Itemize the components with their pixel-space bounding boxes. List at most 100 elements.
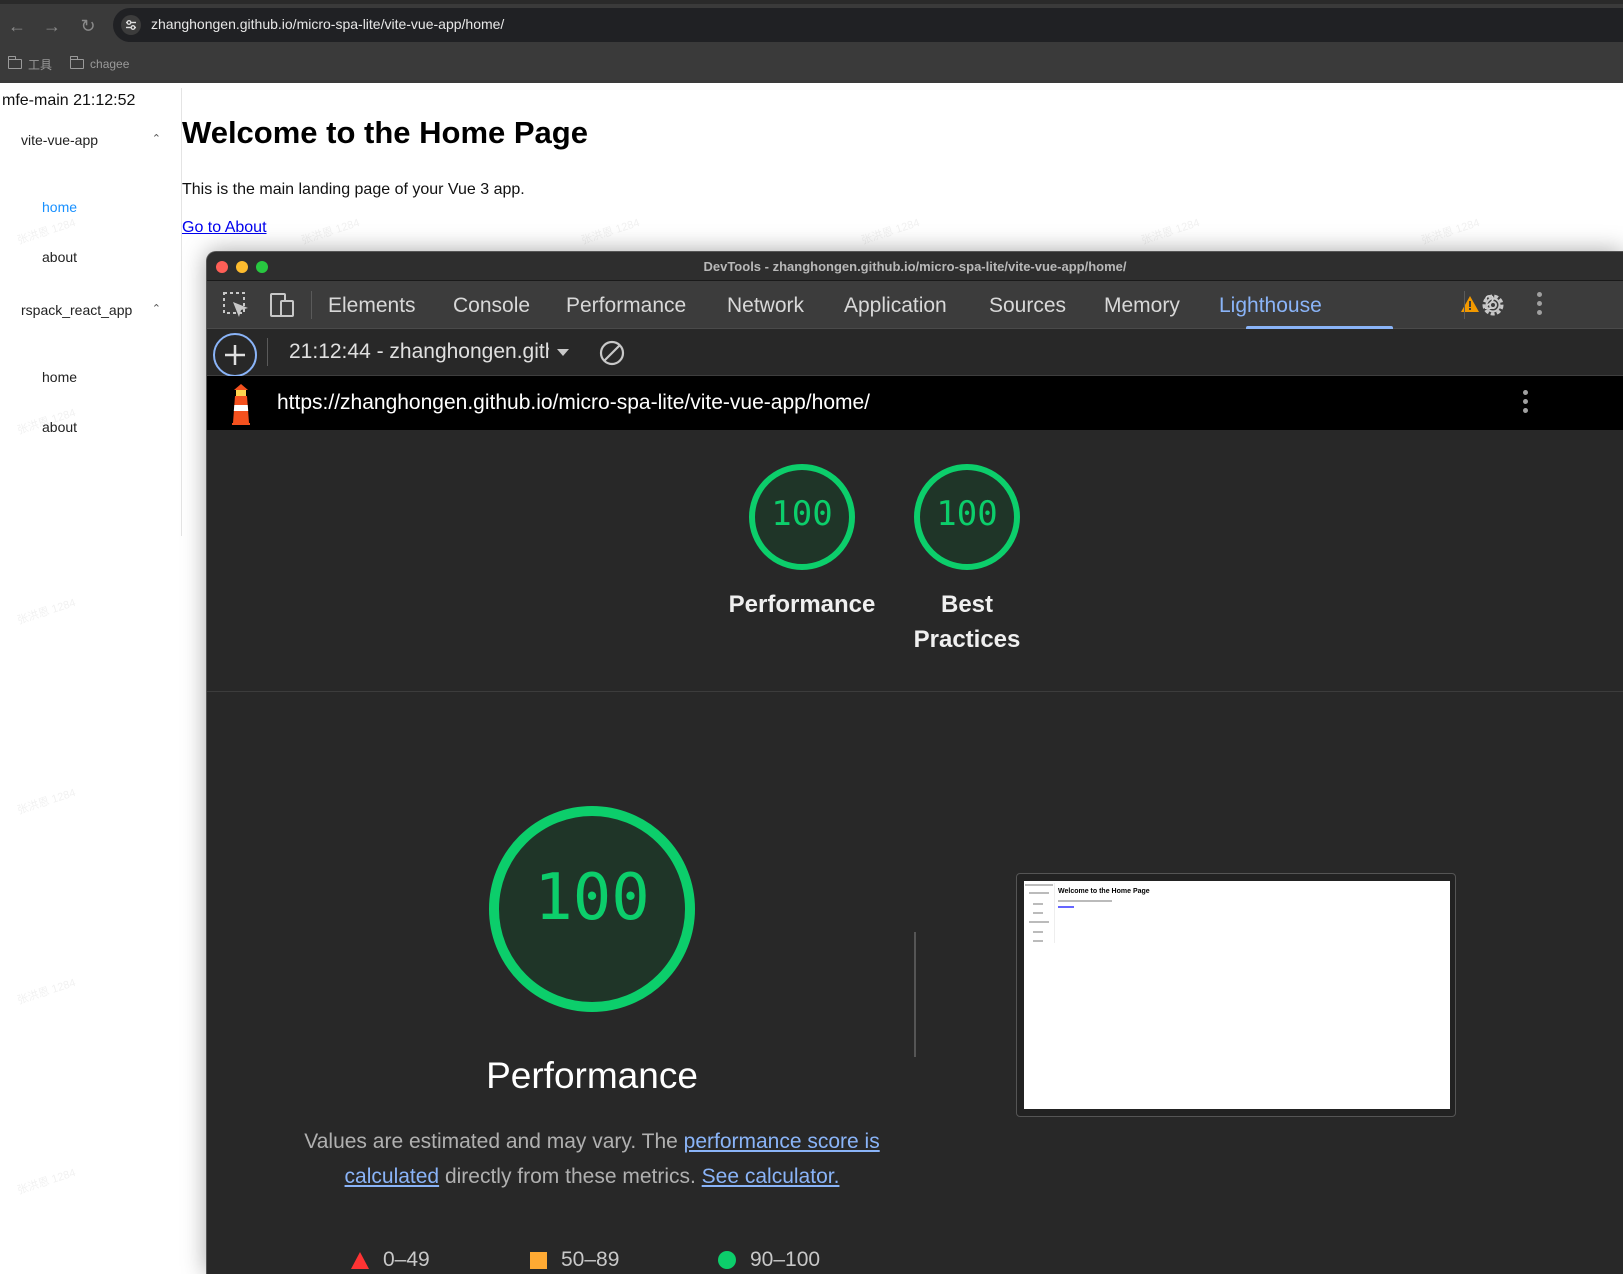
watermark: 张洪恩 1284 — [15, 1166, 78, 1198]
watermark: 张洪恩 1284 — [15, 976, 78, 1008]
browser-toolbar: ← → ↻ zhanghongen.github.io/micro-spa-li… — [0, 0, 1623, 83]
watermark: 张洪恩 1284 — [299, 216, 362, 248]
watermark: 张洪恩 1284 — [859, 216, 922, 248]
thumbnail-line — [1025, 884, 1053, 886]
bookmark-label: chagee — [90, 57, 130, 71]
thumbnail-line — [1058, 906, 1074, 908]
performance-section: 100 Performance Values are estimated and… — [207, 693, 1623, 1274]
final-screenshot[interactable]: Welcome to the Home Page — [1016, 873, 1456, 1117]
performance-score: 100 — [771, 494, 833, 534]
performance-score-label[interactable]: Performance — [702, 587, 902, 622]
toolbar-separator — [267, 338, 268, 366]
sidebar-group-vite-vue-app[interactable]: vite-vue-app ⌃ — [21, 132, 161, 148]
inspect-element-icon[interactable] — [221, 290, 251, 320]
see-calculator-link[interactable]: See calculator. — [702, 1165, 840, 1188]
address-url[interactable]: zhanghongen.github.io/micro-spa-lite/vit… — [151, 16, 504, 32]
page-description: This is the main landing page of your Vu… — [182, 181, 525, 198]
thumbnail-line — [1033, 940, 1043, 942]
toolbar-separator — [1464, 291, 1465, 319]
bookmark-label: 工具 — [28, 57, 53, 72]
tab-application[interactable]: Application — [844, 294, 947, 318]
plus-icon — [225, 345, 245, 365]
bookmark-tools[interactable]: 工具 — [8, 53, 52, 75]
toolbar-separator — [311, 291, 312, 319]
report-menu-icon[interactable] — [1523, 390, 1529, 417]
thumbnail-title: Welcome to the Home Page — [1058, 888, 1150, 895]
legend-fail: 0–49 — [351, 1248, 430, 1272]
folder-icon — [8, 56, 22, 69]
bookmarks-bar: 工具 chagee — [0, 53, 129, 75]
devtools-titlebar: DevTools - zhanghongen.github.io/micro-s… — [207, 252, 1623, 281]
thumbnail-line — [1029, 892, 1049, 894]
score-summary: 100 Performance 100 Best Practices — [207, 430, 1623, 692]
tab-lighthouse[interactable]: Lighthouse — [1219, 294, 1322, 318]
go-to-about-link[interactable]: Go to About — [182, 219, 267, 237]
tab-memory[interactable]: Memory — [1104, 294, 1180, 318]
tab-elements[interactable]: Elements — [328, 294, 416, 318]
thumbnail-divider — [1054, 883, 1055, 943]
triangle-icon — [351, 1251, 369, 1269]
legend-average: 50–89 — [530, 1248, 619, 1272]
site-info-icon[interactable] — [121, 15, 141, 35]
devtools-window: DevTools - zhanghongen.github.io/micro-s… — [206, 251, 1623, 1274]
watermark: 张洪恩 1284 — [15, 596, 78, 628]
performance-big-score: 100 — [534, 861, 650, 935]
tab-console[interactable]: Console — [453, 294, 530, 318]
chevron-up-icon: ⌃ — [151, 303, 161, 315]
device-toolbar-icon[interactable] — [267, 290, 297, 320]
thumbnail-line — [1033, 912, 1043, 914]
address-bar[interactable]: zhanghongen.github.io/micro-spa-lite/vit… — [113, 8, 1623, 42]
devtools-title: DevTools - zhanghongen.github.io/micro-s… — [703, 259, 1127, 274]
performance-description: Values are estimated and may vary. The p… — [297, 1124, 887, 1194]
lighthouse-toolbar: 21:12:44 - zhanghongen.github.io — [207, 329, 1623, 377]
screenshot-thumbnail: Welcome to the Home Page — [1024, 881, 1450, 1109]
legend-pass: 90–100 — [718, 1248, 820, 1272]
description-text: Values are estimated and may vary. The — [304, 1130, 684, 1153]
page-title: Welcome to the Home Page — [182, 115, 588, 150]
watermark: 张洪恩 1284 — [1419, 216, 1482, 248]
warning-icon — [1461, 295, 1479, 312]
back-icon[interactable]: ← — [5, 14, 29, 38]
thumbnail-line — [1033, 931, 1043, 933]
clear-reports-icon[interactable] — [599, 340, 625, 366]
more-options-icon[interactable] — [1537, 292, 1543, 319]
legend-label: 90–100 — [750, 1248, 821, 1271]
watermark: 张洪恩 1284 — [579, 216, 642, 248]
report-url-bar: https://zhanghongen.github.io/micro-spa-… — [207, 376, 1623, 430]
watermark: 张洪恩 1284 — [1139, 216, 1202, 248]
lighthouse-icon — [232, 384, 250, 425]
sidebar-group-label: rspack_react_app — [21, 302, 133, 318]
best-practices-score: 100 — [936, 494, 998, 534]
thumbnail-line — [1058, 900, 1112, 902]
best-practices-score-label[interactable]: Best Practices — [902, 587, 1032, 657]
tab-network[interactable]: Network — [727, 294, 804, 318]
sidebar-item-about[interactable]: about — [42, 249, 77, 265]
tab-sources[interactable]: Sources — [989, 294, 1066, 318]
circle-icon — [718, 1251, 736, 1269]
legend-label: 50–89 — [561, 1248, 620, 1271]
settings-gear-icon[interactable] — [1478, 290, 1508, 320]
square-icon — [530, 1251, 547, 1269]
section-divider — [914, 932, 916, 1057]
tab-strip — [0, 0, 1623, 4]
chevron-down-icon[interactable] — [557, 349, 569, 356]
thumbnail-line — [1029, 921, 1049, 923]
folder-icon — [70, 56, 85, 69]
sidebar-group-rspack-react-app[interactable]: rspack_react_app ⌃ — [21, 302, 161, 318]
sidebar-item-home[interactable]: home — [42, 369, 77, 385]
performance-heading: Performance — [486, 1055, 698, 1096]
watermark: 张洪恩 1284 — [15, 786, 78, 818]
forward-icon[interactable]: → — [40, 14, 64, 38]
description-text: directly from these metrics. — [439, 1165, 702, 1188]
bookmark-chagee[interactable]: chagee — [70, 53, 129, 75]
legend-label: 0–49 — [383, 1248, 430, 1271]
tab-performance[interactable]: Performance — [566, 294, 686, 318]
devtools-tabbar: Elements Console Performance Network App… — [207, 281, 1623, 329]
reload-icon[interactable]: ↻ — [76, 14, 100, 38]
report-select[interactable]: 21:12:44 - zhanghongen.github.io — [289, 340, 549, 364]
thumbnail-line — [1033, 903, 1043, 905]
sidebar-item-home[interactable]: home — [42, 199, 77, 215]
chevron-up-icon: ⌃ — [151, 133, 161, 145]
new-report-button[interactable] — [213, 333, 257, 377]
sidebar-group-label: vite-vue-app — [21, 132, 99, 148]
